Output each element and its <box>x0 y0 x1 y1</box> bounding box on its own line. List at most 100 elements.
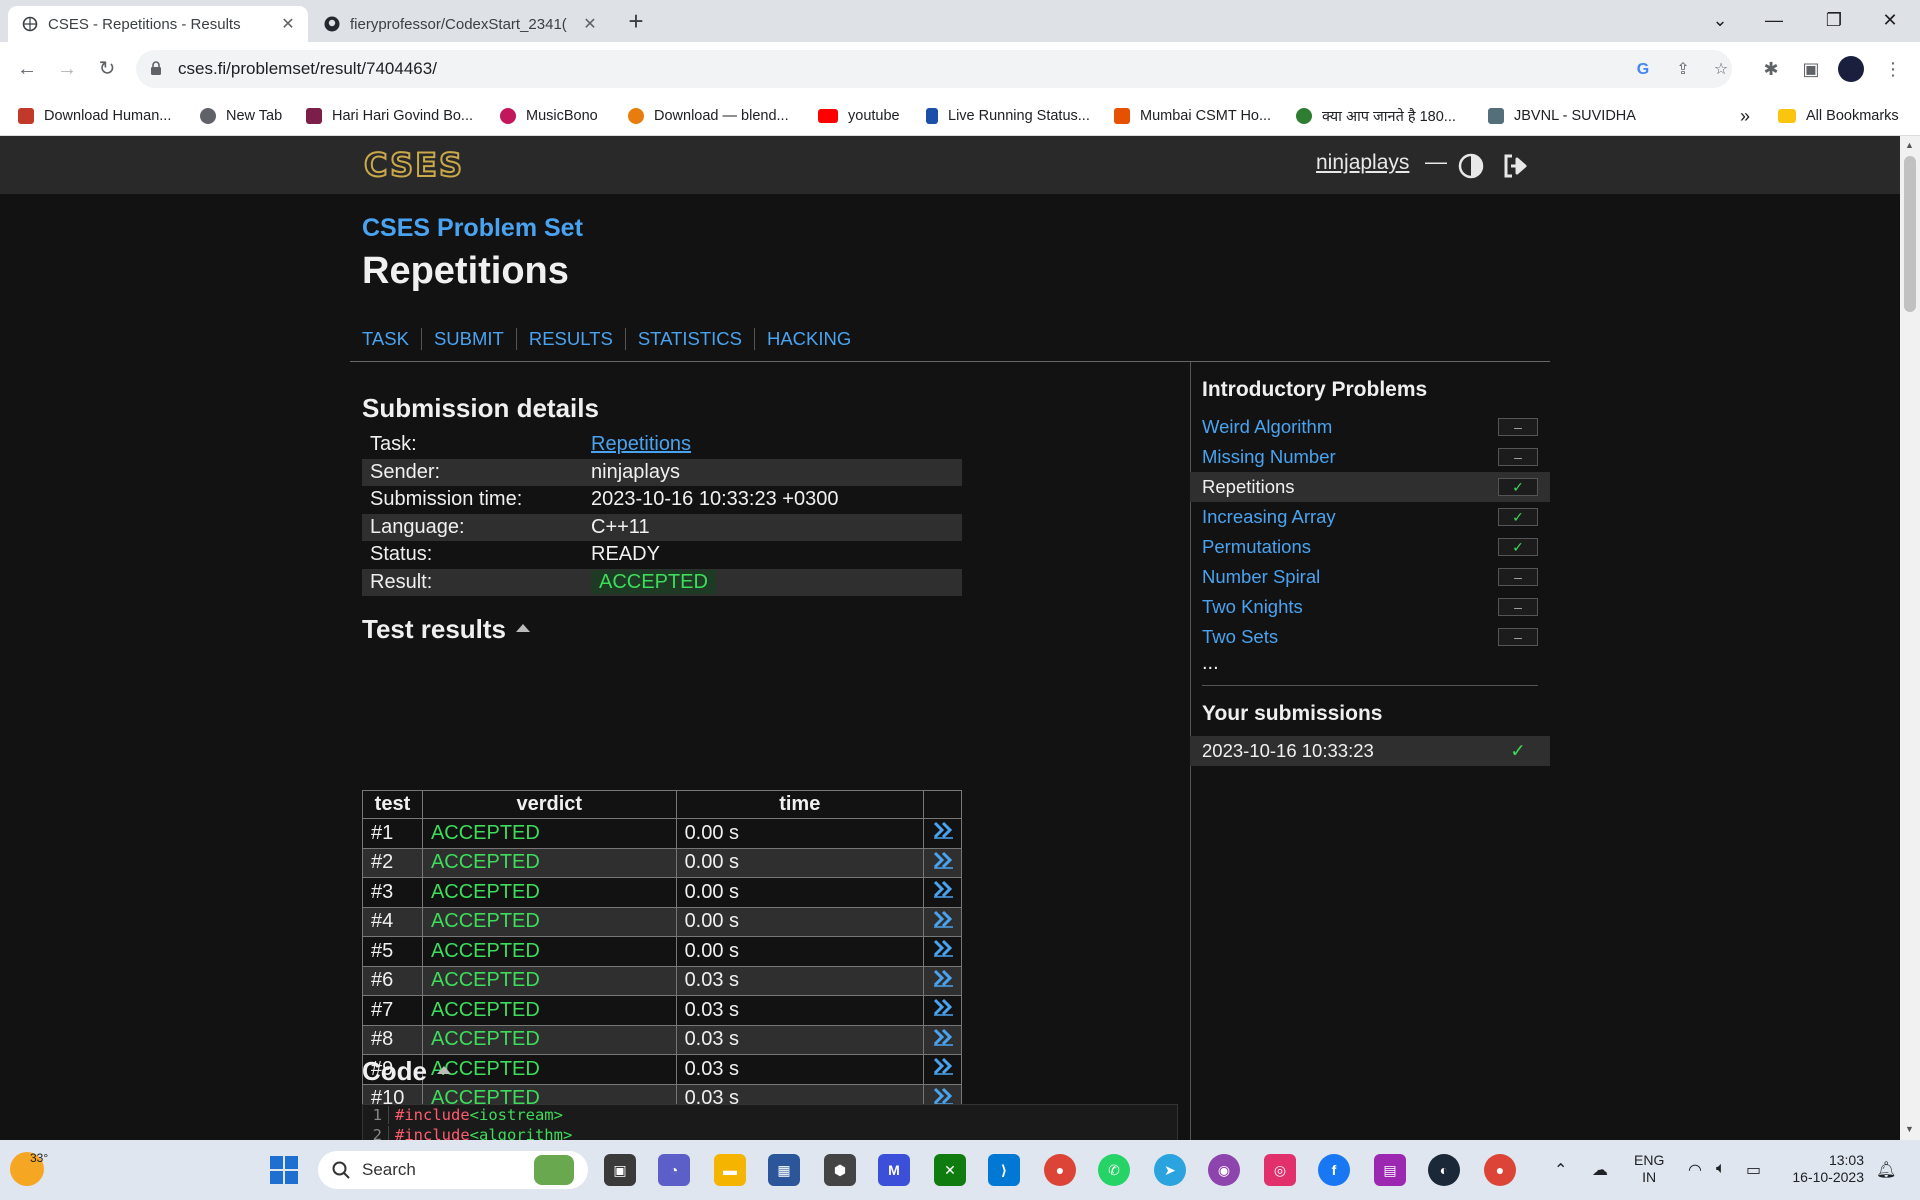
problem-name[interactable]: Missing Number <box>1202 446 1336 468</box>
theme-toggle-icon[interactable] <box>1458 153 1484 179</box>
problem-set-link[interactable]: CSES Problem Set <box>362 214 583 243</box>
app-m-icon[interactable]: M <box>878 1154 910 1186</box>
onedrive-icon[interactable]: ☁ <box>1592 1160 1608 1180</box>
scrollbar-thumb[interactable] <box>1904 156 1916 312</box>
collapse-triangle-icon[interactable] <box>437 1066 451 1075</box>
store-icon[interactable]: ▦ <box>768 1154 800 1186</box>
tab-statistics[interactable]: STATISTICS <box>638 328 755 350</box>
taskbar-search[interactable]: Search <box>318 1151 588 1189</box>
problem-name[interactable]: Repetitions <box>1202 476 1295 498</box>
bookmark-jbvnl[interactable]: JBVNL - SUVIDHA <box>1488 105 1636 127</box>
extensions-icon[interactable]: ✱ <box>1758 56 1784 82</box>
chevron-up-icon[interactable]: ⌃ <box>1554 1160 1567 1180</box>
view-test-double-chevron-icon[interactable] <box>923 1024 962 1055</box>
bookmark-youtube[interactable]: youtube <box>818 105 900 127</box>
problem-name[interactable]: Increasing Array <box>1202 506 1336 528</box>
whatsapp-icon[interactable]: ✆ <box>1098 1154 1130 1186</box>
tab-results[interactable]: RESULTS <box>529 328 626 350</box>
chrome-active-icon[interactable]: ● <box>1484 1154 1516 1186</box>
github-desktop-icon[interactable]: ◉ <box>1208 1154 1240 1186</box>
bookmark-blender[interactable]: Download — blend... <box>628 105 789 127</box>
close-window-button[interactable]: ✕ <box>1862 0 1918 40</box>
tab-search-chevron-icon[interactable]: ⌄ <box>1692 0 1748 40</box>
problem-item-two-knights[interactable]: Two Knights – <box>1190 592 1550 622</box>
bookmark-download-human[interactable]: Download Human... <box>18 105 171 127</box>
view-test-double-chevron-icon[interactable] <box>923 906 962 937</box>
chrome-icon[interactable]: ● <box>1044 1154 1076 1186</box>
task-link[interactable]: Repetitions <box>591 433 691 455</box>
language-indicator[interactable]: ENG IN <box>1634 1152 1664 1186</box>
reload-icon[interactable]: ↻ <box>92 54 122 84</box>
google-icon[interactable]: G <box>1632 59 1654 81</box>
cses-logo[interactable]: CSES <box>362 149 478 181</box>
tab-submit[interactable]: SUBMIT <box>434 328 517 350</box>
instagram-icon[interactable]: ◎ <box>1264 1154 1296 1186</box>
maximize-button[interactable]: ❐ <box>1806 0 1862 40</box>
bookmark-mumbai-csmt[interactable]: Mumbai CSMT Ho... <box>1114 105 1271 127</box>
problem-item-missing-number[interactable]: Missing Number – <box>1190 442 1550 472</box>
problem-item-two-sets[interactable]: Two Sets – <box>1190 622 1550 652</box>
problem-item-repetitions[interactable]: Repetitions ✓ <box>1190 472 1550 502</box>
scroll-up-arrow-icon[interactable]: ▲ <box>1905 140 1914 150</box>
windows-start-icon[interactable] <box>268 1154 300 1186</box>
forward-arrow-icon[interactable]: → <box>52 54 82 84</box>
tab-github[interactable]: fieryprofessor/CodexStart_2341( ✕ <box>310 6 610 42</box>
side-panel-icon[interactable]: ▣ <box>1798 56 1824 82</box>
view-test-double-chevron-icon[interactable] <box>923 847 962 878</box>
omnibox[interactable]: cses.fi/problemset/result/7404463/ G ⇪ ☆ <box>136 50 1732 88</box>
scroll-down-arrow-icon[interactable]: ▼ <box>1905 1124 1914 1134</box>
volume-icon[interactable]: 🔈︎ <box>1716 1160 1726 1178</box>
view-test-double-chevron-icon[interactable] <box>923 1054 962 1085</box>
lock-icon[interactable] <box>150 61 162 76</box>
vscode-icon[interactable]: ⟩ <box>988 1154 1020 1186</box>
all-bookmarks-folder[interactable]: All Bookmarks <box>1778 105 1899 127</box>
view-test-double-chevron-icon[interactable] <box>923 965 962 996</box>
problem-name[interactable]: Permutations <box>1202 536 1311 558</box>
collapse-triangle-icon[interactable] <box>516 624 531 633</box>
facebook-icon[interactable]: f <box>1318 1154 1350 1186</box>
problem-name[interactable]: Two Sets <box>1202 626 1278 648</box>
bookmark-new-tab[interactable]: New Tab <box>200 105 282 127</box>
page-scrollbar[interactable]: ▲ ▼ <box>1900 136 1920 1140</box>
bookmark-hari-hari[interactable]: Hari Hari Govind Bo... <box>306 105 473 127</box>
code-heading[interactable]: Code <box>362 1056 451 1087</box>
tab-hacking[interactable]: HACKING <box>767 328 863 350</box>
bookmark-musicbono[interactable]: MusicBono <box>500 105 598 127</box>
telegram-icon[interactable]: ➤ <box>1154 1154 1186 1186</box>
logout-icon[interactable] <box>1502 153 1530 179</box>
star-icon[interactable]: ☆ <box>1710 59 1732 81</box>
problem-item-weird-algorithm[interactable]: Weird Algorithm – <box>1190 412 1550 442</box>
bookmark-hindi[interactable]: क्या आप जानते है 180... <box>1296 105 1456 127</box>
close-icon[interactable]: ✕ <box>278 14 298 34</box>
new-tab-button[interactable]: + <box>622 8 650 36</box>
profile-avatar[interactable] <box>1838 56 1864 82</box>
steam-icon[interactable]: ◐ <box>1428 1154 1460 1186</box>
notification-bell-icon[interactable]: 🔔︎ <box>1876 1160 1896 1180</box>
tab-cses-results[interactable]: CSES - Repetitions - Results ✕ <box>8 6 308 42</box>
problem-name[interactable]: Number Spiral <box>1202 566 1320 588</box>
battery-icon[interactable]: ▭ <box>1746 1160 1761 1180</box>
share-icon[interactable]: ⇪ <box>1672 59 1694 81</box>
view-test-double-chevron-icon[interactable] <box>923 877 962 908</box>
task-view-icon[interactable]: ▣ <box>604 1154 636 1186</box>
chat-icon[interactable]: ◔ <box>658 1154 690 1186</box>
view-test-double-chevron-icon[interactable] <box>923 818 962 849</box>
problem-name[interactable]: Weird Algorithm <box>1202 416 1332 438</box>
tab-task[interactable]: TASK <box>362 328 422 350</box>
wifi-icon[interactable]: ◠ <box>1688 1160 1702 1180</box>
username-link[interactable]: ninjaplays <box>1316 151 1409 175</box>
problem-item-permutations[interactable]: Permutations ✓ <box>1190 532 1550 562</box>
problem-item-number-spiral[interactable]: Number Spiral – <box>1190 562 1550 592</box>
test-results-heading[interactable]: Test results <box>362 614 531 645</box>
problem-item-increasing-array[interactable]: Increasing Array ✓ <box>1190 502 1550 532</box>
file-explorer-icon[interactable]: ▬ <box>714 1154 746 1186</box>
minimize-button[interactable]: — <box>1746 0 1802 40</box>
problem-name[interactable]: Two Knights <box>1202 596 1303 618</box>
close-icon[interactable]: ✕ <box>580 14 600 34</box>
submission-time[interactable]: 2023-10-16 10:33:23 <box>1202 740 1374 762</box>
bookmark-live-running[interactable]: Live Running Status... <box>926 105 1090 127</box>
xbox-icon[interactable]: ✕ <box>934 1154 966 1186</box>
more-problems-link[interactable]: ... <box>1202 652 1219 675</box>
clapper-icon[interactable]: ▤ <box>1374 1154 1406 1186</box>
clock[interactable]: 13:03 16-10-2023 <box>1784 1152 1864 1186</box>
